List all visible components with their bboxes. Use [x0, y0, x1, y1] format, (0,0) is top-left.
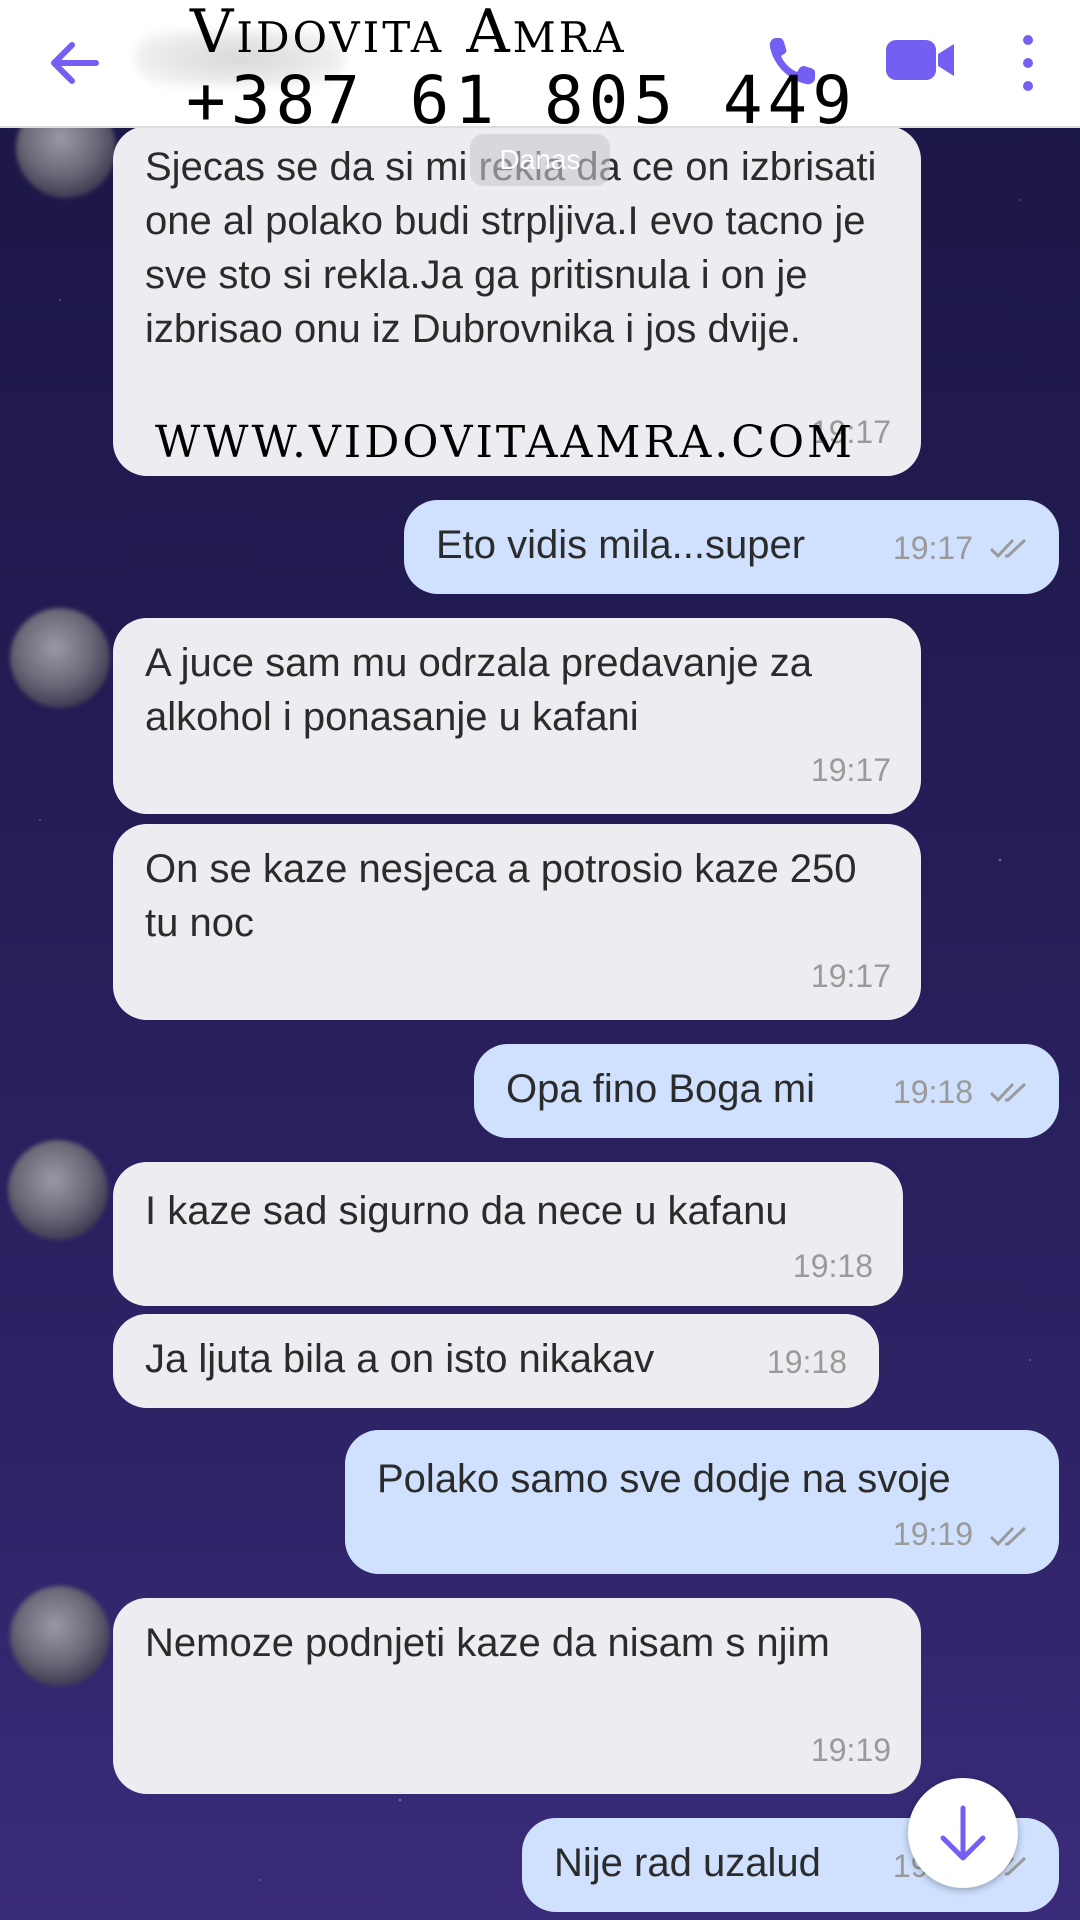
message-time: 19:18 — [892, 1074, 973, 1110]
scroll-to-bottom-button[interactable] — [908, 1778, 1018, 1888]
message-text: Polako samo sve dodje na svoje — [377, 1457, 951, 1501]
contact-avatar[interactable] — [10, 1586, 110, 1686]
message-text: On se kaze nesjeca a potrosio kaze 250 t… — [145, 847, 868, 945]
message-text: A juce sam mu odrzala predavanje za alko… — [145, 641, 824, 739]
message-text: Opa fino Boga mi — [506, 1067, 816, 1111]
message-time: 19:19 — [892, 1516, 973, 1552]
message-time: 19:18 — [766, 1344, 847, 1380]
message-time: 19:19 — [810, 1732, 891, 1768]
video-camera-icon[interactable] — [884, 34, 956, 86]
contact-avatar[interactable] — [8, 1140, 108, 1240]
message-time: 19:17 — [810, 958, 891, 994]
watermark-title: Vidovita Amra — [190, 0, 627, 67]
read-checkmarks-icon — [989, 1526, 1027, 1547]
read-checkmarks-icon — [989, 1082, 1027, 1103]
watermark-phone: +387 61 805 449 — [186, 62, 858, 139]
arrow-down-icon — [940, 1805, 986, 1861]
date-separator-chip: Danas — [470, 134, 610, 186]
outgoing-message[interactable]: Opa fino Boga mi 19:18 — [474, 1044, 1059, 1138]
outgoing-message[interactable]: Eto vidis mila...super 19:17 — [404, 500, 1059, 594]
message-text: I kaze sad sigurno da nece u kafanu — [145, 1189, 788, 1233]
read-checkmarks-icon — [989, 538, 1027, 559]
watermark-website: WWW.VIDOVITAAMRA.COM — [155, 417, 856, 468]
incoming-message[interactable]: Ja ljuta bila a on isto nikakav 19:18 — [113, 1314, 879, 1408]
contact-avatar[interactable] — [10, 608, 110, 708]
message-time: 19:17 — [892, 530, 973, 566]
message-time: 19:18 — [792, 1248, 873, 1284]
incoming-message[interactable]: A juce sam mu odrzala predavanje za alko… — [113, 618, 921, 814]
more-vert-icon[interactable] — [1010, 28, 1046, 98]
message-text: Nemoze podnjeti kaze da nisam s njim — [145, 1621, 830, 1665]
incoming-message[interactable]: I kaze sad sigurno da nece u kafanu 19:1… — [113, 1162, 903, 1306]
message-time: 19:17 — [810, 752, 891, 788]
incoming-message[interactable]: On se kaze nesjeca a potrosio kaze 250 t… — [113, 824, 921, 1020]
outgoing-message[interactable]: Polako samo sve dodje na svoje 19:19 — [345, 1430, 1059, 1574]
incoming-message[interactable]: Nemoze podnjeti kaze da nisam s njim 19:… — [113, 1598, 921, 1794]
back-arrow-icon[interactable] — [40, 28, 110, 98]
